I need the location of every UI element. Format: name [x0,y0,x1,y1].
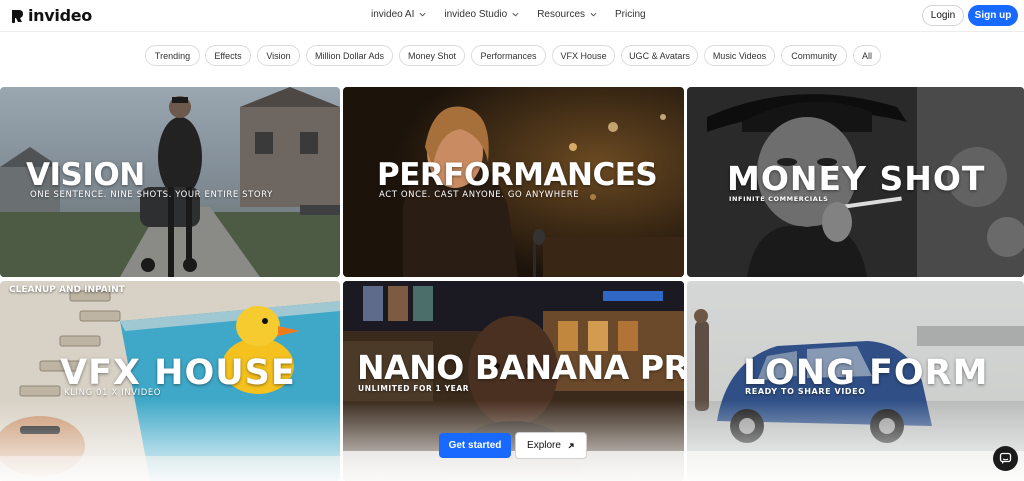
category-filter-bar: Trending Effects Vision Million Dollar A… [0,45,1024,67]
chevron-down-icon [590,12,597,17]
nav-label: invideo AI [371,9,415,20]
money-shot-title: MONEY SHOT [727,159,986,198]
top-header: invideo invideo AI invideo Studio Resour… [0,0,1024,32]
nano-banana-title: NANO BANANA PRO [357,348,684,387]
chip-effects[interactable]: Effects [205,45,251,66]
nav-label: Pricing [615,9,646,20]
chevron-down-icon [419,12,426,17]
nano-banana-subtitle: UNLIMITED FOR 1 YEAR [358,384,470,393]
nav-label: invideo Studio [444,9,508,20]
chip-vision[interactable]: Vision [257,45,300,66]
nav-invideo-ai[interactable]: invideo AI [371,9,426,20]
chip-all[interactable]: All [853,45,881,66]
vfx-house-subtitle: KLING 01 X INVIDEO [64,388,162,398]
nav-invideo-studio[interactable]: invideo Studio [444,9,519,20]
arrow-up-right-icon [568,442,574,448]
chip-performances[interactable]: Performances [471,45,546,66]
tile-vision[interactable]: VISION ONE SENTENCE. NINE SHOTS. YOUR EN… [0,87,340,277]
chip-million-dollar-ads[interactable]: Million Dollar Ads [306,45,393,66]
login-button[interactable]: Login [922,5,964,26]
nav-resources[interactable]: Resources [537,9,597,20]
tile-nano-banana-pro[interactable]: NANO BANANA PRO UNLIMITED FOR 1 YEAR [343,281,684,481]
performances-title: PERFORMANCES [377,157,658,193]
tile-vfx-house[interactable]: CLEANUP AND INPAINT VFX HOUSE KLING 01 X… [0,281,340,481]
signup-button[interactable]: Sign up [968,5,1018,26]
chat-button[interactable] [993,446,1018,471]
tile-long-form[interactable]: LONG FORM READY TO SHARE VIDEO [687,281,1024,481]
chevron-down-icon [512,12,519,17]
vision-title: VISION [26,157,145,193]
explore-button[interactable]: Explore [515,432,587,459]
chip-community[interactable]: Community [781,45,847,66]
nav-pricing[interactable]: Pricing [615,9,646,20]
chat-icon [999,452,1012,464]
chip-money-shot[interactable]: Money Shot [399,45,465,66]
vfx-house-tag: CLEANUP AND INPAINT [9,285,125,295]
chip-music-videos[interactable]: Music Videos [704,45,775,66]
main-nav: invideo AI invideo Studio Resources Pric… [371,9,646,20]
get-started-button[interactable]: Get started [439,433,511,458]
chip-vfx-house[interactable]: VFX House [552,45,615,66]
brand-name: invideo [28,6,92,25]
invideo-logo-icon [11,9,23,23]
chip-trending[interactable]: Trending [145,45,200,66]
performances-subtitle: ACT ONCE. CAST ANYONE. GO ANYWHERE [379,190,580,200]
money-shot-subtitle: INFINITE COMMERCIALS [729,195,829,203]
tile-performances[interactable]: PERFORMANCES ACT ONCE. CAST ANYONE. GO A… [343,87,684,277]
nav-label: Resources [537,9,586,20]
vfx-house-title: VFX HOUSE [60,353,296,393]
vision-subtitle: ONE SENTENCE. NINE SHOTS. YOUR ENTIRE ST… [30,190,273,200]
chip-ugc-avatars[interactable]: UGC & Avatars [621,45,698,66]
tile-money-shot[interactable]: MONEY SHOT INFINITE COMMERCIALS [687,87,1024,277]
explore-label: Explore [527,440,561,451]
brand-logo[interactable]: invideo [9,6,92,25]
long-form-subtitle: READY TO SHARE VIDEO [745,387,866,396]
